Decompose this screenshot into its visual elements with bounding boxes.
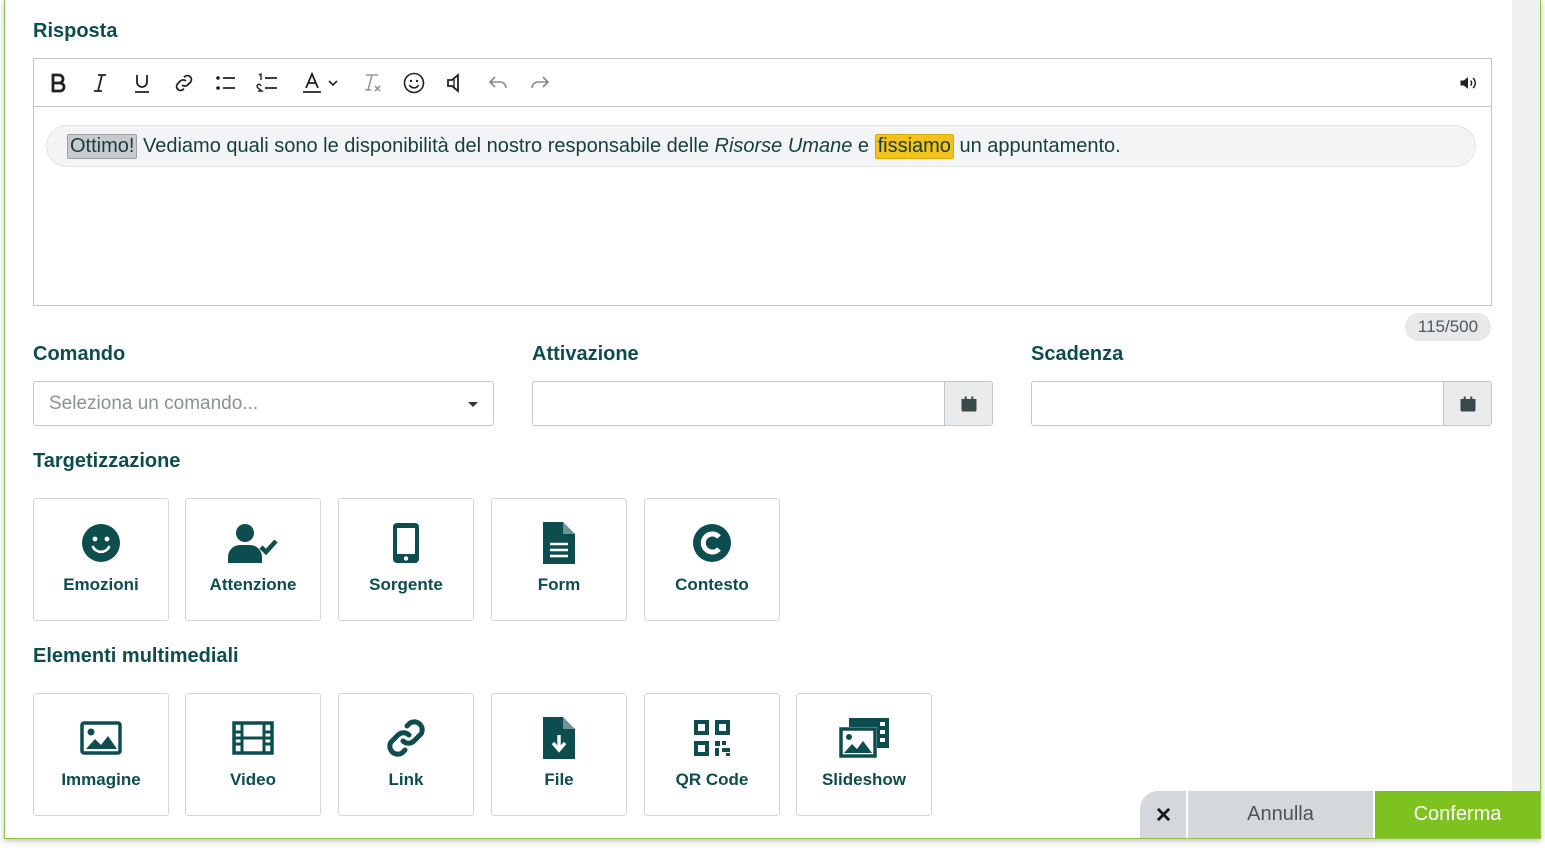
targetizzazione-label: Targetizzazione bbox=[33, 450, 181, 472]
tile-label: Immagine bbox=[61, 770, 141, 789]
slideshow-icon bbox=[797, 716, 931, 760]
tile-sorgente[interactable]: Sorgente bbox=[338, 498, 474, 621]
tile-label: File bbox=[544, 770, 574, 789]
message-bubble: Ottimo! Vediamo quali sono le disponibil… bbox=[46, 125, 1476, 167]
comando-placeholder: Seleziona un comando... bbox=[49, 393, 259, 414]
file-download-icon bbox=[492, 716, 626, 760]
tile-label: Contesto bbox=[675, 575, 749, 594]
tile-video[interactable]: Video bbox=[185, 693, 321, 816]
link-icon bbox=[339, 716, 473, 760]
underline-icon[interactable] bbox=[126, 67, 158, 99]
message-text: e bbox=[852, 134, 875, 157]
tile-file[interactable]: File bbox=[491, 693, 627, 816]
bold-icon[interactable] bbox=[42, 67, 74, 99]
confirm-button[interactable]: Conferma bbox=[1375, 791, 1540, 838]
link-icon[interactable] bbox=[168, 67, 200, 99]
context-icon bbox=[645, 521, 779, 565]
mobile-icon bbox=[339, 521, 473, 565]
calendar-icon[interactable] bbox=[1443, 382, 1491, 425]
tile-emozioni[interactable]: Emozioni bbox=[33, 498, 169, 621]
tile-immagine[interactable]: Immagine bbox=[33, 693, 169, 816]
close-icon bbox=[1156, 807, 1170, 822]
tile-label: Sorgente bbox=[369, 575, 443, 594]
message-text: un appuntamento. bbox=[953, 134, 1121, 157]
comando-label: Comando bbox=[33, 343, 126, 365]
scrollbar-track[interactable] bbox=[1512, 0, 1540, 838]
dialog: Risposta Ottimo! Vediamo quali sono le d… bbox=[4, 0, 1541, 839]
tile-label: Emozioni bbox=[63, 575, 139, 594]
comando-select[interactable]: Seleziona un comando... bbox=[33, 381, 494, 426]
tile-qrcode[interactable]: QR Code bbox=[644, 693, 780, 816]
rich-text-editor[interactable]: Ottimo! Vediamo quali sono le disponibil… bbox=[33, 58, 1492, 306]
message-italic-text: Risorse Umane bbox=[714, 134, 853, 157]
editor-toolbar bbox=[34, 59, 1491, 107]
risposta-label: Risposta bbox=[33, 20, 118, 42]
scadenza-date-input[interactable] bbox=[1031, 381, 1492, 426]
caret-down-icon bbox=[468, 402, 478, 407]
redo-icon[interactable] bbox=[524, 67, 556, 99]
bullet-list-icon[interactable] bbox=[210, 67, 242, 99]
multimedia-label: Elementi multimediali bbox=[33, 645, 239, 667]
qrcode-icon bbox=[645, 716, 779, 760]
character-counter: 115/500 bbox=[1405, 313, 1491, 341]
tile-label: Slideshow bbox=[821, 770, 907, 789]
emoji-icon[interactable] bbox=[398, 67, 430, 99]
tile-label: Form bbox=[537, 575, 581, 594]
clear-format-icon[interactable] bbox=[356, 67, 388, 99]
attivazione-date-input[interactable] bbox=[532, 381, 993, 426]
tile-slideshow[interactable]: Slideshow bbox=[796, 693, 932, 816]
scadenza-label: Scadenza bbox=[1031, 343, 1124, 365]
chevron-down-icon[interactable] bbox=[322, 67, 344, 99]
document-icon bbox=[492, 521, 626, 565]
image-icon bbox=[34, 716, 168, 760]
tile-label: Video bbox=[230, 770, 276, 789]
editor-content[interactable]: Ottimo! Vediamo quali sono le disponibil… bbox=[34, 107, 1491, 305]
highlight-variable[interactable]: fissiamo bbox=[874, 133, 954, 159]
undo-icon[interactable] bbox=[482, 67, 514, 99]
tile-attenzione[interactable]: Attenzione bbox=[185, 498, 321, 621]
tile-link[interactable]: Link bbox=[338, 693, 474, 816]
smiley-icon bbox=[34, 521, 168, 565]
tile-label: Attenzione bbox=[209, 575, 297, 594]
film-icon bbox=[186, 716, 320, 760]
speaker-icon[interactable] bbox=[440, 67, 472, 99]
attivazione-label: Attivazione bbox=[532, 343, 639, 365]
italic-icon[interactable] bbox=[84, 67, 116, 99]
cancel-button[interactable]: Annulla bbox=[1188, 791, 1373, 838]
tile-label: Link bbox=[388, 770, 424, 789]
tile-label: QR Code bbox=[675, 770, 749, 789]
close-button[interactable] bbox=[1140, 791, 1186, 838]
tile-contesto[interactable]: Contesto bbox=[644, 498, 780, 621]
numbered-list-icon[interactable] bbox=[252, 67, 284, 99]
user-check-icon bbox=[186, 521, 320, 565]
highlight-keyword[interactable]: Ottimo! bbox=[67, 133, 138, 159]
tile-form[interactable]: Form bbox=[491, 498, 627, 621]
calendar-icon[interactable] bbox=[944, 382, 992, 425]
message-text: Vediamo quali sono le disponibilità del … bbox=[137, 134, 715, 157]
audio-icon[interactable] bbox=[1452, 67, 1484, 99]
